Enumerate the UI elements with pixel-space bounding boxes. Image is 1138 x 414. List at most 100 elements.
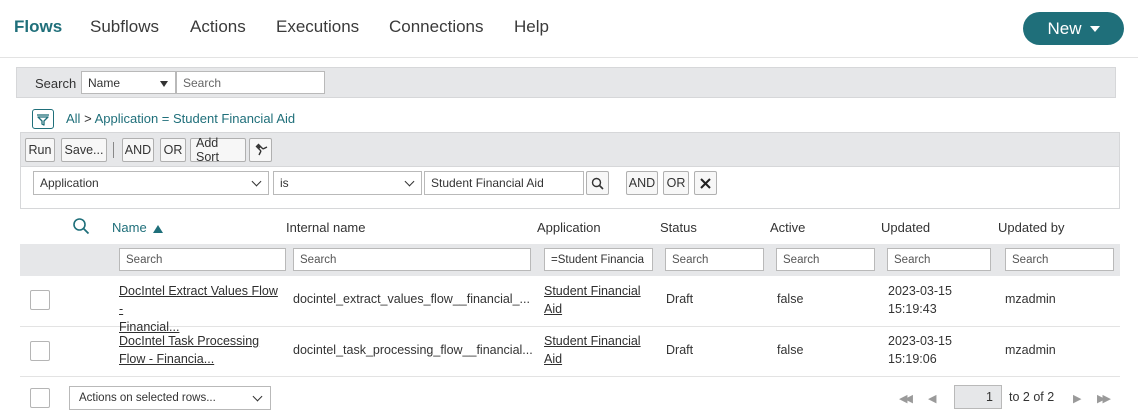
active-cell: false — [777, 343, 804, 357]
application-line: Aid — [544, 302, 563, 316]
flow-name-line: DocIntel Extract Values Flow - — [119, 284, 278, 316]
column-header-name-label: Name — [112, 220, 147, 235]
updated-by-cell: mzadmin — [1005, 292, 1056, 306]
search-icon — [591, 177, 604, 190]
filter-toggle-icon[interactable] — [32, 109, 54, 129]
new-button[interactable]: New — [1023, 12, 1124, 45]
search-bar: Search Name — [16, 67, 1116, 98]
chevron-down-icon — [252, 391, 263, 402]
column-header-internal-name[interactable]: Internal name — [286, 220, 366, 235]
active-search-input[interactable] — [776, 248, 875, 271]
internal-name-cell: docintel_extract_values_flow__financial_… — [293, 292, 530, 306]
updated-cell: 2023-03-15 15:19:06 — [888, 332, 952, 368]
tab-help[interactable]: Help — [514, 17, 549, 37]
search-field-select[interactable]: Name — [81, 71, 176, 94]
updated-search-input[interactable] — [887, 248, 991, 271]
status-cell: Draft — [666, 292, 694, 306]
breadcrumb-all[interactable]: All — [66, 111, 80, 126]
tab-flows[interactable]: Flows — [14, 17, 62, 37]
tab-subflows[interactable]: Subflows — [90, 17, 159, 37]
run-button[interactable]: Run — [25, 138, 55, 162]
and-button[interactable]: AND — [122, 138, 154, 162]
search-label: Search — [35, 76, 77, 91]
column-header-active[interactable]: Active — [770, 220, 805, 235]
internal-name-cell: docintel_task_processing_flow__financial… — [293, 343, 533, 357]
page-range-text: to 2 of 2 — [1009, 390, 1055, 404]
column-search-row — [20, 244, 1120, 276]
triangle-down-icon — [160, 81, 168, 87]
condition-operator-value: is — [280, 176, 289, 190]
actions-on-selected-rows-select[interactable]: Actions on selected rows... — [69, 386, 271, 410]
flow-name-line: DocIntel Task Processing — [119, 334, 260, 348]
breadcrumb-separator: > — [84, 111, 92, 126]
condition-field-select[interactable]: Application — [33, 171, 269, 195]
updated-by-search-input[interactable] — [1005, 248, 1114, 271]
internal-name-search-input[interactable] — [293, 248, 531, 271]
table-header: Name Internal name Application Status Ac… — [20, 212, 1120, 244]
row-checkbox[interactable] — [30, 341, 50, 361]
condition-operator-select[interactable]: is — [273, 171, 422, 195]
application-line: Student Financial — [544, 334, 641, 348]
updated-cell: 2023-03-15 15:19:43 — [888, 282, 952, 318]
application-search-input[interactable] — [544, 248, 653, 271]
search-input[interactable] — [176, 71, 325, 94]
column-header-name[interactable]: Name — [112, 220, 163, 235]
last-page-icon[interactable]: ▶▶ — [1097, 392, 1111, 405]
page-number-input[interactable]: 1 — [954, 385, 1002, 409]
new-button-label: New — [1047, 18, 1082, 38]
application-link[interactable]: Student Financial Aid — [544, 332, 654, 368]
condition-value-input[interactable]: Student Financial Aid — [424, 171, 584, 195]
table-row: DocIntel Task Processing Flow - Financia… — [20, 326, 1120, 377]
condition-builder: Run Save... AND OR Add Sort Application … — [20, 132, 1120, 209]
next-page-icon[interactable]: ▶ — [1073, 392, 1082, 405]
flow-name-line: Flow - Financia... — [119, 352, 215, 366]
updated-date: 2023-03-15 — [888, 284, 952, 298]
application-line: Student Financial — [544, 284, 641, 298]
application-link[interactable]: Student Financial Aid — [544, 282, 654, 318]
breadcrumb: All > Application = Student Financial Ai… — [66, 111, 295, 126]
caret-down-icon — [1089, 25, 1100, 32]
remove-condition-button[interactable] — [694, 171, 717, 195]
top-navigation: Flows Subflows Actions Executions Connec… — [0, 0, 1138, 58]
close-icon — [700, 177, 711, 189]
updated-time: 15:19:06 — [888, 352, 937, 366]
previous-page-icon[interactable]: ◀ — [928, 392, 937, 405]
clear-sort-button[interactable] — [249, 138, 272, 162]
breadcrumb-filter[interactable]: Application = Student Financial Aid — [95, 111, 296, 126]
add-sort-button[interactable]: Add Sort — [190, 136, 246, 164]
save-button[interactable]: Save... — [61, 138, 107, 162]
status-cell: Draft — [666, 343, 694, 357]
actions-select-label: Actions on selected rows... — [79, 392, 216, 404]
row-checkbox[interactable] — [30, 290, 50, 310]
tab-actions[interactable]: Actions — [190, 17, 246, 37]
or-button[interactable]: OR — [160, 138, 186, 162]
application-line: Aid — [544, 352, 563, 366]
first-page-icon[interactable]: ◀◀ — [899, 392, 913, 405]
toolbar-divider — [113, 142, 114, 158]
sort-ascending-icon — [152, 225, 163, 233]
status-search-input[interactable] — [665, 248, 764, 271]
column-header-updated[interactable]: Updated — [881, 220, 930, 235]
condition-and-button[interactable]: AND — [626, 171, 658, 195]
column-header-application[interactable]: Application — [537, 220, 601, 235]
column-header-updated-by[interactable]: Updated by — [998, 220, 1065, 235]
name-search-input[interactable] — [119, 248, 286, 271]
funnel-icon — [37, 113, 49, 126]
hammer-icon — [255, 143, 267, 156]
condition-lookup-button[interactable] — [586, 171, 609, 195]
tab-executions[interactable]: Executions — [276, 17, 359, 37]
column-header-status[interactable]: Status — [660, 220, 697, 235]
condition-toolbar: Run Save... AND OR Add Sort — [21, 133, 1119, 167]
updated-date: 2023-03-15 — [888, 334, 952, 348]
chevron-down-icon — [404, 176, 415, 187]
chevron-down-icon — [251, 176, 262, 187]
condition-or-button[interactable]: OR — [663, 171, 689, 195]
search-field-value: Name — [88, 76, 121, 90]
tab-connections[interactable]: Connections — [389, 17, 484, 37]
flow-name-link[interactable]: DocIntel Task Processing Flow - Financia… — [119, 332, 284, 368]
table-row: DocIntel Extract Values Flow - Financial… — [20, 276, 1120, 334]
search-icon[interactable] — [72, 217, 90, 235]
select-all-checkbox[interactable] — [30, 388, 50, 408]
active-cell: false — [777, 292, 804, 306]
condition-field-value: Application — [40, 176, 99, 190]
